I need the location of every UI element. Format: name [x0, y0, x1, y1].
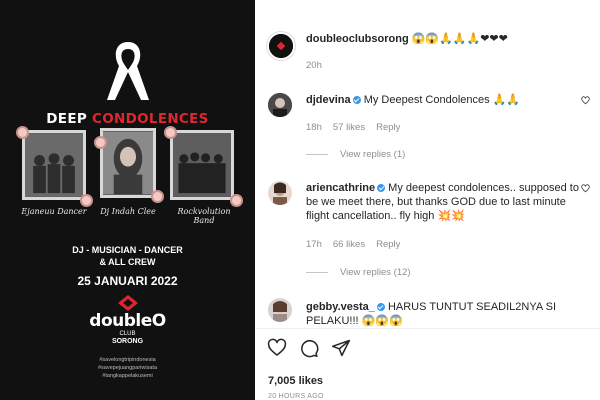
replies-divider-line [306, 154, 328, 155]
comment-meta: 17h 66 likes Reply [306, 239, 400, 250]
verified-badge-icon [377, 184, 386, 192]
doubleo-logo-icon [118, 295, 138, 311]
view-replies-button[interactable]: View replies (12) [306, 267, 411, 278]
comment-time[interactable]: 17h [306, 239, 322, 250]
mourning-ribbon-icon [107, 42, 149, 100]
flower-decoration [82, 196, 91, 205]
image-headline: DEEP CONDOLENCES [46, 111, 209, 127]
like-comment-icon[interactable] [581, 184, 590, 193]
heart-icon[interactable] [267, 338, 287, 358]
flower-decoration [153, 192, 162, 201]
verified-badge-icon [376, 303, 385, 311]
post-caption: doubleoclubsorong 😱😱🙏🙏🙏❤❤❤ [306, 32, 508, 46]
caption-emojis: 😱😱🙏🙏🙏❤❤❤ [411, 33, 508, 45]
view-replies-label: View replies (12) [340, 267, 411, 278]
comment-avatar-gebby-vesta[interactable] [268, 298, 292, 322]
flower-decoration [232, 196, 241, 205]
comment-likes[interactable]: 66 likes [333, 239, 365, 250]
comment-likes[interactable]: 57 likes [333, 122, 365, 133]
comment-username[interactable]: ariencathrine [306, 182, 375, 194]
caption-band: Rockvolution Band [177, 207, 231, 225]
comment-username[interactable]: gebby.vesta_ [306, 301, 375, 313]
photo-frame-dancer [22, 130, 86, 200]
likes-count[interactable]: 7,005 likes [268, 375, 323, 387]
flower-decoration [96, 138, 105, 147]
comment-djdevina: djdevina My Deepest Condolences 🙏🙏 [306, 93, 576, 107]
comment-avatar-ariencathrine[interactable] [268, 181, 292, 205]
post-author-username[interactable]: doubleoclubsorong [306, 33, 409, 45]
hashtags: #savelongtripindonesia #savepejuangpariw… [97, 357, 157, 379]
comment-username[interactable]: djdevina [306, 94, 351, 106]
flower-decoration [18, 128, 27, 137]
comment-ariencathrine: ariencathrine My deepest condolences.. s… [306, 181, 586, 223]
view-replies-button[interactable]: View replies (1) [306, 149, 405, 160]
caption-dj: Dj Indah Clee [100, 207, 156, 216]
post-time[interactable]: 20h [306, 60, 322, 71]
caption-dancer: Ejaneuu Dancer [21, 207, 87, 216]
post-meta: 20h [306, 60, 322, 71]
actions-divider [255, 328, 600, 329]
view-replies-label: View replies (1) [340, 149, 406, 160]
replies-divider-line [306, 272, 328, 273]
club-brand-sub: CLUB SORONG [111, 331, 144, 345]
comment-icon[interactable] [299, 338, 319, 358]
comment-time[interactable]: 18h [306, 122, 322, 133]
roles-text: DJ - MUSICIAN - DANCER & ALL CREW [72, 245, 183, 267]
like-comment-icon[interactable] [581, 96, 590, 105]
post-timestamp[interactable]: 20 HOURS AGO [268, 393, 324, 400]
share-icon[interactable] [331, 338, 351, 358]
photo-frame-band [170, 130, 234, 200]
comment-avatar-djdevina[interactable] [268, 93, 292, 117]
reply-button[interactable]: Reply [376, 122, 400, 133]
flower-decoration [166, 128, 175, 137]
comment-gebby-vesta: gebby.vesta_ HARUS TUNTUT SEADIL2NYA SI … [306, 300, 576, 328]
post-author-avatar[interactable] [267, 32, 295, 60]
reply-button[interactable]: Reply [376, 239, 400, 250]
post-image[interactable]: DEEP CONDOLENCES Ejaneuu Dancer Dj Indah… [0, 0, 255, 400]
photo-frame-dj [100, 128, 156, 198]
club-brand: doubleO [89, 311, 166, 331]
comment-body: My Deepest Condolences 🙏🙏 [363, 94, 521, 106]
comments-panel: doubleoclubsorong 😱😱🙏🙏🙏❤❤❤ 20h djdevina … [255, 0, 600, 400]
event-date: 25 JANUARI 2022 [77, 274, 178, 288]
verified-badge-icon [352, 96, 361, 104]
comment-meta: 18h 57 likes Reply [306, 122, 400, 133]
post-action-bar [267, 338, 351, 358]
